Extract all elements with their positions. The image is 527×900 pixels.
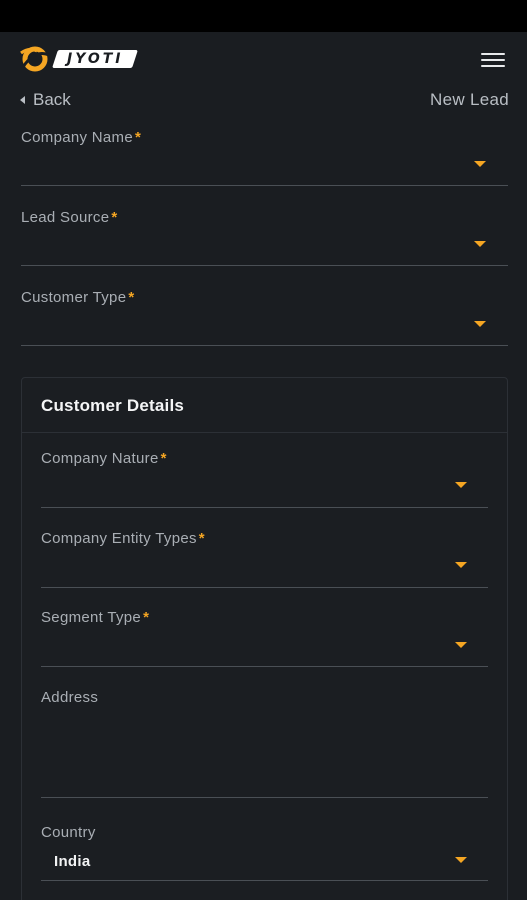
card-header: Customer Details bbox=[22, 378, 507, 433]
hamburger-menu-icon[interactable] bbox=[481, 53, 505, 67]
field-label: Company Nature * bbox=[41, 450, 167, 467]
field-underline bbox=[41, 797, 488, 798]
field-underline bbox=[41, 880, 488, 881]
field-label: Lead Source * bbox=[21, 209, 118, 226]
country-value: India bbox=[54, 853, 91, 870]
company-entity-types-field[interactable]: Company Entity Types * bbox=[41, 530, 488, 588]
field-label: Customer Type * bbox=[21, 289, 135, 306]
back-label: Back bbox=[33, 90, 71, 109]
back-button[interactable]: Back bbox=[20, 90, 71, 110]
segment-type-field[interactable]: Segment Type * bbox=[41, 609, 488, 667]
chevron-down-icon[interactable] bbox=[474, 161, 486, 167]
logo-swirl-icon bbox=[20, 46, 50, 72]
field-label: Company Entity Types * bbox=[41, 530, 205, 547]
brand-logo: JYOTI bbox=[19, 45, 138, 73]
chevron-left-icon bbox=[20, 96, 25, 104]
field-underline bbox=[41, 507, 488, 508]
brand-wordmark: JYOTI bbox=[52, 50, 138, 68]
lead-source-field[interactable]: Lead Source * bbox=[21, 209, 508, 267]
company-name-field[interactable]: Company Name * bbox=[21, 129, 508, 187]
chevron-down-icon[interactable] bbox=[455, 642, 467, 648]
field-label: Segment Type * bbox=[41, 609, 150, 626]
customer-details-card: Customer Details Company Nature * Company… bbox=[21, 377, 508, 900]
field-underline bbox=[41, 587, 488, 588]
country-field[interactable]: Country India bbox=[41, 824, 488, 882]
field-underline bbox=[41, 666, 488, 667]
status-bar bbox=[0, 0, 527, 32]
address-field[interactable]: Address bbox=[41, 689, 488, 799]
card-title: Customer Details bbox=[41, 396, 185, 415]
field-label: Company Name * bbox=[21, 129, 142, 146]
company-nature-field[interactable]: Company Nature * bbox=[41, 450, 488, 508]
field-underline bbox=[21, 345, 508, 346]
chevron-down-icon[interactable] bbox=[455, 482, 467, 488]
app-header: JYOTI bbox=[0, 32, 527, 84]
nav-row: Back New Lead bbox=[0, 84, 527, 116]
customer-type-field[interactable]: Customer Type * bbox=[21, 289, 508, 347]
field-underline bbox=[21, 265, 508, 266]
page-title: New Lead bbox=[430, 90, 509, 109]
field-label: Address bbox=[41, 689, 99, 706]
chevron-down-icon[interactable] bbox=[474, 241, 486, 247]
chevron-down-icon[interactable] bbox=[474, 321, 486, 327]
chevron-down-icon[interactable] bbox=[455, 562, 467, 568]
field-underline bbox=[21, 185, 508, 186]
field-label: Country bbox=[41, 824, 96, 841]
chevron-down-icon[interactable] bbox=[455, 857, 467, 863]
